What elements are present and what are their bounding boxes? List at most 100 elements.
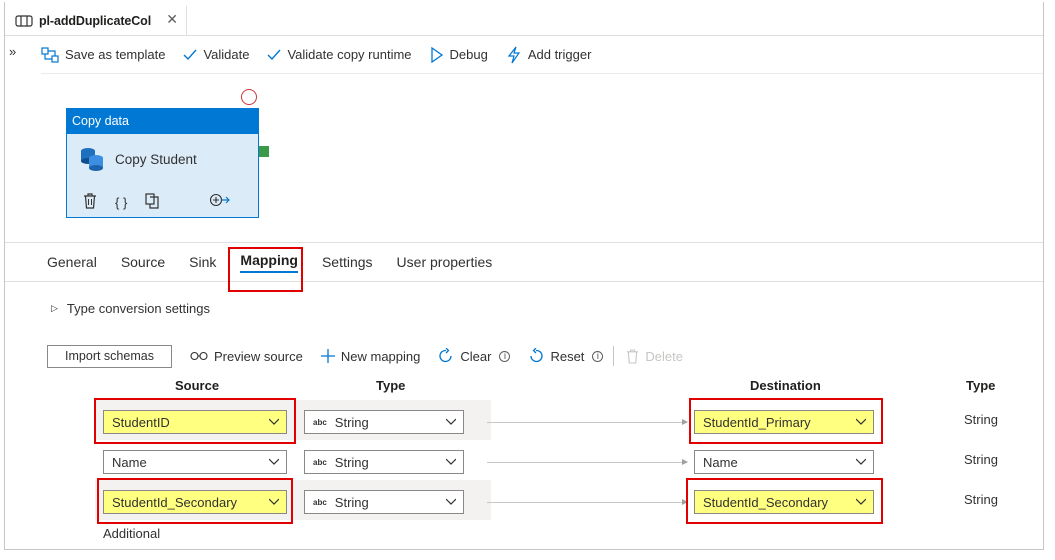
add-output-icon[interactable] xyxy=(209,193,231,210)
pipeline-toolbar: Save as template Validate Validate copy … xyxy=(41,36,1043,74)
tab-source[interactable]: Source xyxy=(121,254,165,270)
plus-icon xyxy=(320,349,335,363)
validate-label: Validate xyxy=(203,47,250,62)
tab-sink[interactable]: Sink xyxy=(189,254,216,270)
activity-name: Copy Student xyxy=(115,151,197,167)
success-output-handle[interactable] xyxy=(259,146,269,157)
destination-column-select[interactable]: StudentId_Primary xyxy=(694,410,874,434)
save-as-template-label: Save as template xyxy=(65,47,166,62)
chevron-down-icon xyxy=(856,418,866,425)
database-copy-icon xyxy=(81,148,103,171)
new-mapping-button[interactable]: New mapping xyxy=(320,348,421,364)
column-header-dest-type: Type xyxy=(966,378,996,393)
type-value: String xyxy=(334,454,369,470)
column-header-type: Type xyxy=(376,378,406,393)
delete-icon[interactable] xyxy=(83,193,97,212)
expand-caret-icon: ▷ xyxy=(51,303,58,313)
tab-title: pl-addDuplicateCol xyxy=(39,14,152,28)
activity-type: Copy data xyxy=(67,109,258,134)
tab-user-properties[interactable]: User properties xyxy=(397,254,493,270)
destination-column-select[interactable]: StudentId_Secondary xyxy=(694,490,874,514)
destination-type: String xyxy=(964,452,998,467)
debug-label: Debug xyxy=(449,47,488,62)
source-column-select[interactable]: StudentID xyxy=(103,410,287,434)
checkmark-icon xyxy=(183,49,197,60)
validate-runtime-label: Validate copy runtime xyxy=(287,47,412,62)
trash-icon xyxy=(627,348,639,364)
chevron-down-icon xyxy=(856,458,866,465)
expand-panel-icon[interactable]: » xyxy=(9,44,16,59)
close-icon[interactable]: ✕ xyxy=(166,11,178,28)
code-icon[interactable]: { } xyxy=(115,195,127,210)
lightning-icon xyxy=(507,46,520,63)
type-value: String xyxy=(334,414,369,430)
type-conversion-label: Type conversion settings xyxy=(66,301,210,316)
tab-general[interactable]: General xyxy=(47,254,97,270)
destination-type: String xyxy=(964,492,998,507)
string-type-icon: abc xyxy=(313,417,327,427)
delete-button[interactable]: Delete xyxy=(626,349,683,364)
clear-label: Clear xyxy=(460,348,492,364)
template-icon xyxy=(41,46,59,63)
play-icon xyxy=(430,46,443,63)
source-column-select[interactable]: StudentId_Secondary xyxy=(103,490,287,514)
tab-settings[interactable]: Settings xyxy=(322,254,373,270)
destination-value: Name xyxy=(703,454,738,470)
type-conversion-toggle[interactable]: ▷ Type conversion settings xyxy=(51,301,210,316)
info-icon[interactable]: i xyxy=(592,350,604,362)
delete-label: Delete xyxy=(645,348,683,364)
source-type-select[interactable]: abc String xyxy=(304,490,464,514)
clear-button[interactable]: Clear i xyxy=(438,348,511,364)
source-value: Name xyxy=(112,454,147,470)
refresh-icon xyxy=(439,348,453,363)
pipeline-canvas[interactable]: Copy data Copy Student { } xyxy=(5,74,1043,242)
reset-icon xyxy=(530,348,544,363)
mapping-arrow xyxy=(487,499,688,505)
add-trigger-label: Add trigger xyxy=(527,47,592,62)
validate-copy-runtime-button[interactable]: Validate copy runtime xyxy=(267,47,412,62)
add-trigger-button[interactable]: Add trigger xyxy=(506,46,592,64)
string-type-icon: abc xyxy=(313,497,327,507)
mapping-arrow xyxy=(487,459,688,465)
mapping-tab-highlight xyxy=(228,247,303,292)
destination-value: StudentId_Primary xyxy=(703,414,811,430)
debug-button[interactable]: Debug xyxy=(430,46,488,63)
glasses-icon xyxy=(190,351,208,361)
preview-source-label: Preview source xyxy=(214,348,303,364)
properties-tabs: General Source Sink Mapping Settings Use… xyxy=(5,242,1043,282)
string-type-icon: abc xyxy=(313,457,327,467)
reset-label: Reset xyxy=(550,348,585,364)
error-indicator xyxy=(241,89,257,105)
pipeline-icon xyxy=(15,15,33,27)
copy-data-activity[interactable]: Copy data Copy Student { } xyxy=(66,108,259,218)
chevron-down-icon xyxy=(269,458,279,465)
chevron-down-icon xyxy=(856,498,866,505)
preview-source-button[interactable]: Preview source xyxy=(190,349,303,364)
source-value: StudentID xyxy=(112,414,170,430)
toolbar-divider xyxy=(613,346,615,366)
source-type-select[interactable]: abc String xyxy=(304,450,464,474)
destination-type: String xyxy=(964,412,998,427)
pipeline-editor: pl-addDuplicateCol ✕ » Save as template … xyxy=(4,2,1044,550)
clone-icon[interactable] xyxy=(145,193,159,212)
chevron-down-icon xyxy=(446,498,456,505)
source-column-select[interactable]: Name xyxy=(103,450,287,474)
tab-bar: pl-addDuplicateCol ✕ xyxy=(5,2,1043,36)
mapping-toolbar: Import schemas Preview source New mappin… xyxy=(47,344,701,368)
column-header-source: Source xyxy=(175,378,220,393)
new-mapping-label: New mapping xyxy=(340,348,421,364)
import-schemas-button[interactable]: Import schemas xyxy=(47,344,172,368)
chevron-down-icon xyxy=(269,498,279,505)
validate-button[interactable]: Validate xyxy=(183,47,249,62)
checkmark-icon xyxy=(267,49,281,60)
save-as-template-button[interactable]: Save as template xyxy=(41,46,166,63)
source-value: StudentId_Secondary xyxy=(112,494,238,510)
destination-value: StudentId_Secondary xyxy=(703,494,829,510)
source-type-select[interactable]: abc String xyxy=(304,410,464,434)
chevron-down-icon xyxy=(446,458,456,465)
info-icon[interactable]: i xyxy=(499,350,511,362)
additional-columns-label: Additional xyxy=(103,526,161,541)
destination-column-select[interactable]: Name xyxy=(694,450,874,474)
tab-pipeline[interactable]: pl-addDuplicateCol ✕ xyxy=(11,6,187,36)
reset-button[interactable]: Reset i xyxy=(528,348,604,364)
